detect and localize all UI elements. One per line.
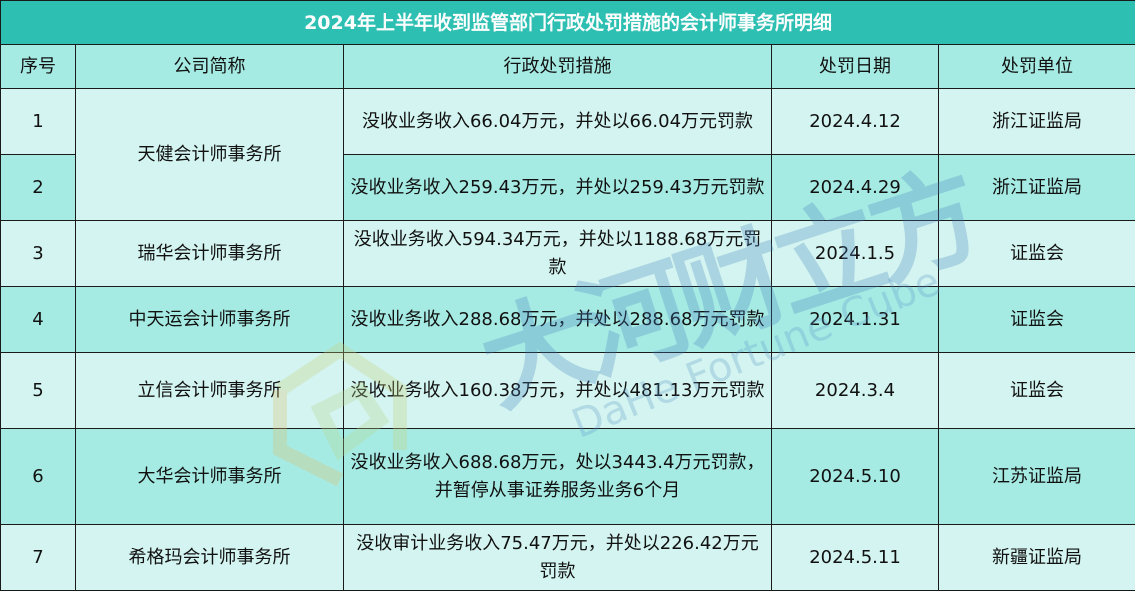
cell-company: 立信会计师事务所 bbox=[75, 352, 344, 429]
penalty-table: 2024年上半年收到监管部门行政处罚措施的会计师事务所明细 序号 公司简称 行政… bbox=[0, 0, 1135, 591]
cell-no: 4 bbox=[0, 286, 76, 353]
cell-unit: 新疆证监局 bbox=[937, 524, 1135, 591]
cell-date: 2024.3.4 bbox=[771, 352, 939, 429]
header-company: 公司简称 bbox=[75, 44, 344, 89]
header-row: 序号 公司简称 行政处罚措施 处罚日期 处罚单位 bbox=[0, 44, 1135, 89]
header-unit: 处罚单位 bbox=[937, 44, 1135, 89]
cell-no: 2 bbox=[0, 154, 76, 221]
cell-date: 2024.5.11 bbox=[771, 524, 939, 591]
cell-unit: 证监会 bbox=[937, 220, 1135, 287]
cell-measure: 没收业务收入288.68万元，并处以288.68万元罚款 bbox=[343, 286, 772, 353]
table-row: 4 中天运会计师事务所 没收业务收入288.68万元，并处以288.68万元罚款… bbox=[0, 286, 1135, 353]
cell-measure: 没收业务收入66.04万元，并处以66.04万元罚款 bbox=[343, 88, 772, 155]
header-no: 序号 bbox=[0, 44, 76, 89]
table-row: 6 大华会计师事务所 没收业务收入688.68万元，处以3443.4万元罚款，并… bbox=[0, 428, 1135, 525]
cell-measure: 没收业务收入160.38万元，并处以481.13万元罚款 bbox=[343, 352, 772, 429]
table-title: 2024年上半年收到监管部门行政处罚措施的会计师事务所明细 bbox=[0, 0, 1135, 45]
cell-date: 2024.5.10 bbox=[771, 428, 939, 525]
cell-date: 2024.4.29 bbox=[771, 154, 939, 221]
cell-company: 大华会计师事务所 bbox=[75, 428, 344, 525]
cell-date: 2024.1.5 bbox=[771, 220, 939, 287]
table-row: 5 立信会计师事务所 没收业务收入160.38万元，并处以481.13万元罚款 … bbox=[0, 352, 1135, 429]
cell-unit: 江苏证监局 bbox=[937, 428, 1135, 525]
cell-date: 2024.1.31 bbox=[771, 286, 939, 353]
cell-measure: 没收业务收入259.43万元，并处以259.43万元罚款 bbox=[343, 154, 772, 221]
cell-date: 2024.4.12 bbox=[771, 88, 939, 155]
cell-no: 5 bbox=[0, 352, 76, 429]
cell-company: 瑞华会计师事务所 bbox=[75, 220, 344, 287]
header-date: 处罚日期 bbox=[771, 44, 939, 89]
cell-measure: 没收审计业务收入75.47万元，并处以226.42万元罚款 bbox=[343, 524, 772, 591]
table-row: 7 希格玛会计师事务所 没收审计业务收入75.47万元，并处以226.42万元罚… bbox=[0, 524, 1135, 591]
cell-unit: 浙江证监局 bbox=[937, 154, 1135, 221]
cell-company: 希格玛会计师事务所 bbox=[75, 524, 344, 591]
cell-measure: 没收业务收入594.34万元，并处以1188.68万元罚款 bbox=[343, 220, 772, 287]
cell-measure: 没收业务收入688.68万元，处以3443.4万元罚款，并暂停从事证券服务业务6… bbox=[343, 428, 772, 525]
table-row: 3 瑞华会计师事务所 没收业务收入594.34万元，并处以1188.68万元罚款… bbox=[0, 220, 1135, 287]
cell-company: 天健会计师事务所 bbox=[75, 88, 344, 221]
table-row: 1 天健会计师事务所 没收业务收入66.04万元，并处以66.04万元罚款 20… bbox=[0, 88, 1135, 221]
cell-unit: 证监会 bbox=[937, 352, 1135, 429]
cell-unit: 证监会 bbox=[937, 286, 1135, 353]
cell-no: 1 bbox=[0, 88, 76, 155]
cell-no: 7 bbox=[0, 524, 76, 591]
cell-unit: 浙江证监局 bbox=[937, 88, 1135, 155]
cell-company: 中天运会计师事务所 bbox=[75, 286, 344, 353]
cell-no: 6 bbox=[0, 428, 76, 525]
cell-no: 3 bbox=[0, 220, 76, 287]
header-measure: 行政处罚措施 bbox=[343, 44, 772, 89]
